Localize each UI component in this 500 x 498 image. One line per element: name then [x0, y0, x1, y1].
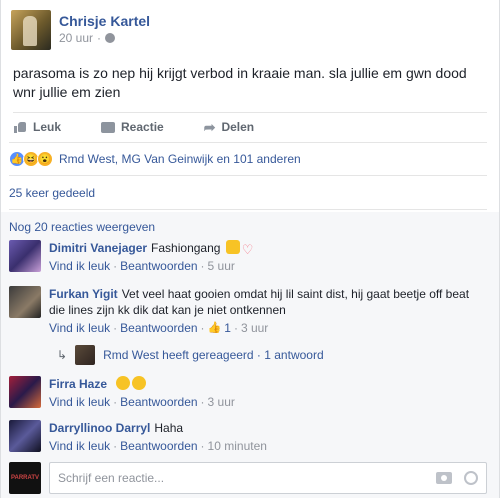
comment-author[interactable]: Darryllinoo Darryl [49, 421, 150, 435]
reactions-row[interactable]: 👍 😆 😮 Rmd West, MG Van Geinwijk en 101 a… [9, 142, 487, 176]
comment-time[interactable]: 3 uur [241, 320, 268, 336]
comment-time[interactable]: 3 uur [208, 394, 235, 410]
comment-reply-link[interactable]: Beantwoorden [120, 258, 197, 274]
meta-dot: · [200, 321, 205, 335]
share-button[interactable]: ➦ Delen [204, 120, 254, 134]
comment-like-link[interactable]: Vind ik leuk [49, 258, 110, 274]
comment-avatar[interactable] [9, 240, 41, 272]
thumbs-up-icon [13, 120, 27, 134]
comment-avatar[interactable] [9, 420, 41, 452]
comment-item: Dimitri Vanejager Fashiongang ♡ Vind ik l… [9, 240, 487, 274]
comment-reply-link[interactable]: Beantwoorden [120, 394, 197, 410]
shares-count[interactable]: 25 keer gedeeld [9, 186, 95, 200]
reaction-icons: 👍 😆 😮 [9, 151, 53, 167]
author-block: Chrisje Kartel 20 uur · [59, 10, 150, 52]
meta-dot: · [200, 259, 205, 273]
comment-author[interactable]: Furkan Yigit [49, 287, 118, 301]
comment-author[interactable]: Firra Haze [49, 377, 107, 391]
comment-like-link[interactable]: Vind ik leuk [49, 320, 110, 336]
share-arrow-icon: ➦ [203, 118, 216, 135]
view-more-comments[interactable]: Nog 20 reacties weergeven [9, 220, 155, 234]
comment-body: Firra Haze Vind ik leuk · Beantwoorden ·… [49, 376, 235, 410]
shares-row: 25 keer gedeeld [9, 176, 487, 210]
reply-avatar [75, 345, 96, 365]
comment-meta: Vind ik leuk · Beantwoorden · 3 uur [49, 394, 235, 410]
like-button[interactable]: Leuk [13, 120, 61, 134]
comment-item: Darryllinoo Darryl Haha Vind ik leuk · Be… [9, 420, 487, 454]
comment-composer: PARRATV Schrijf een reactie... [9, 462, 487, 494]
action-bar: Leuk Reactie ➦ Delen [13, 112, 487, 140]
camera-icon[interactable] [436, 472, 452, 484]
comment-like-link[interactable]: Vind ik leuk [49, 438, 110, 454]
meta-dot: · [113, 395, 118, 409]
reply-summary[interactable]: Rmd West heeft gereageerd · 1 antwoord [103, 348, 324, 362]
meta-separator: · [97, 31, 102, 45]
laughing-emoji-icon [132, 376, 147, 390]
author-name[interactable]: Chrisje Kartel [59, 12, 150, 30]
comment-reply-link[interactable]: Beantwoorden [120, 438, 197, 454]
comment-input-placeholder: Schrijf een reactie... [58, 471, 165, 485]
comment-time[interactable]: 5 uur [208, 258, 235, 274]
post-time[interactable]: 20 uur [59, 30, 93, 46]
comment-label: Reactie [121, 119, 164, 134]
comment-meta: Vind ik leuk · Beantwoorden · 👍 1 · 3 uu… [49, 320, 479, 336]
like-label: Leuk [33, 119, 62, 134]
emoji-picker-icon[interactable] [464, 471, 478, 485]
meta-dot: · [113, 439, 118, 453]
flexed-biceps-icon [225, 240, 240, 254]
comment-like-link[interactable]: Vind ik leuk [49, 394, 110, 410]
comment-avatar[interactable] [9, 286, 41, 318]
wow-reaction-icon: 😮 [37, 151, 53, 167]
post-text: parasoma is zo nep hij krijgt verbod in … [13, 65, 467, 100]
meta-dot: · [233, 321, 238, 335]
comment-icon [101, 121, 116, 133]
comment-body: Darryllinoo Darryl Haha Vind ik leuk · Be… [49, 420, 267, 454]
comment-author[interactable]: Dimitri Vanejager [49, 241, 147, 255]
post-header: Chrisje Kartel 20 uur · [11, 10, 150, 52]
comment-body: Furkan Yigit Vet veel haat gooien omdat h… [49, 286, 479, 336]
comment-body: Dimitri Vanejager Fashiongang ♡ Vind ik l… [49, 240, 253, 274]
comment-button[interactable]: Reactie [101, 120, 164, 134]
comment-meta: Vind ik leuk · Beantwoorden · 10 minuten [49, 438, 267, 454]
meta-dot: · [200, 439, 205, 453]
composer-avatar: PARRATV [9, 462, 41, 494]
globe-icon [105, 33, 116, 43]
comment-like-count[interactable]: 1 [224, 320, 231, 336]
laughing-emoji-icon [116, 376, 131, 390]
comment-meta: Vind ik leuk · Beantwoorden · 5 uur [49, 258, 253, 274]
comment-input[interactable]: Schrijf een reactie... [49, 462, 487, 494]
reactors-summary[interactable]: Rmd West, MG Van Geinwijk en 101 anderen [59, 152, 301, 166]
comment-reply-link[interactable]: Beantwoorden [120, 320, 197, 336]
reply-summary-row[interactable]: ↳ Rmd West heeft gereageerd · 1 antwoord [57, 345, 324, 365]
share-label: Delen [221, 119, 255, 134]
meta-dot: · [113, 321, 118, 335]
comment-item: Furkan Yigit Vet veel haat gooien omdat h… [9, 286, 487, 336]
comment-text: Fashiongang [151, 241, 221, 255]
comment-item: Firra Haze Vind ik leuk · Beantwoorden ·… [9, 376, 487, 410]
author-avatar[interactable] [11, 10, 51, 50]
heart-icon: ♡ [241, 242, 254, 257]
comment-like-count-icon: 👍 [207, 322, 222, 334]
post-meta: 20 uur · [59, 30, 150, 46]
comment-time[interactable]: 10 minuten [208, 438, 267, 454]
meta-dot: · [113, 259, 118, 273]
post-card: Chrisje Kartel 20 uur · parasoma is zo n… [0, 0, 500, 498]
comments-area: Nog 20 reacties weergeven Dimitri Vaneja… [1, 212, 499, 498]
meta-dot: · [200, 395, 205, 409]
reply-arrow-icon: ↳ [57, 348, 68, 362]
comment-text: Haha [154, 421, 184, 435]
comment-avatar[interactable] [9, 376, 41, 408]
